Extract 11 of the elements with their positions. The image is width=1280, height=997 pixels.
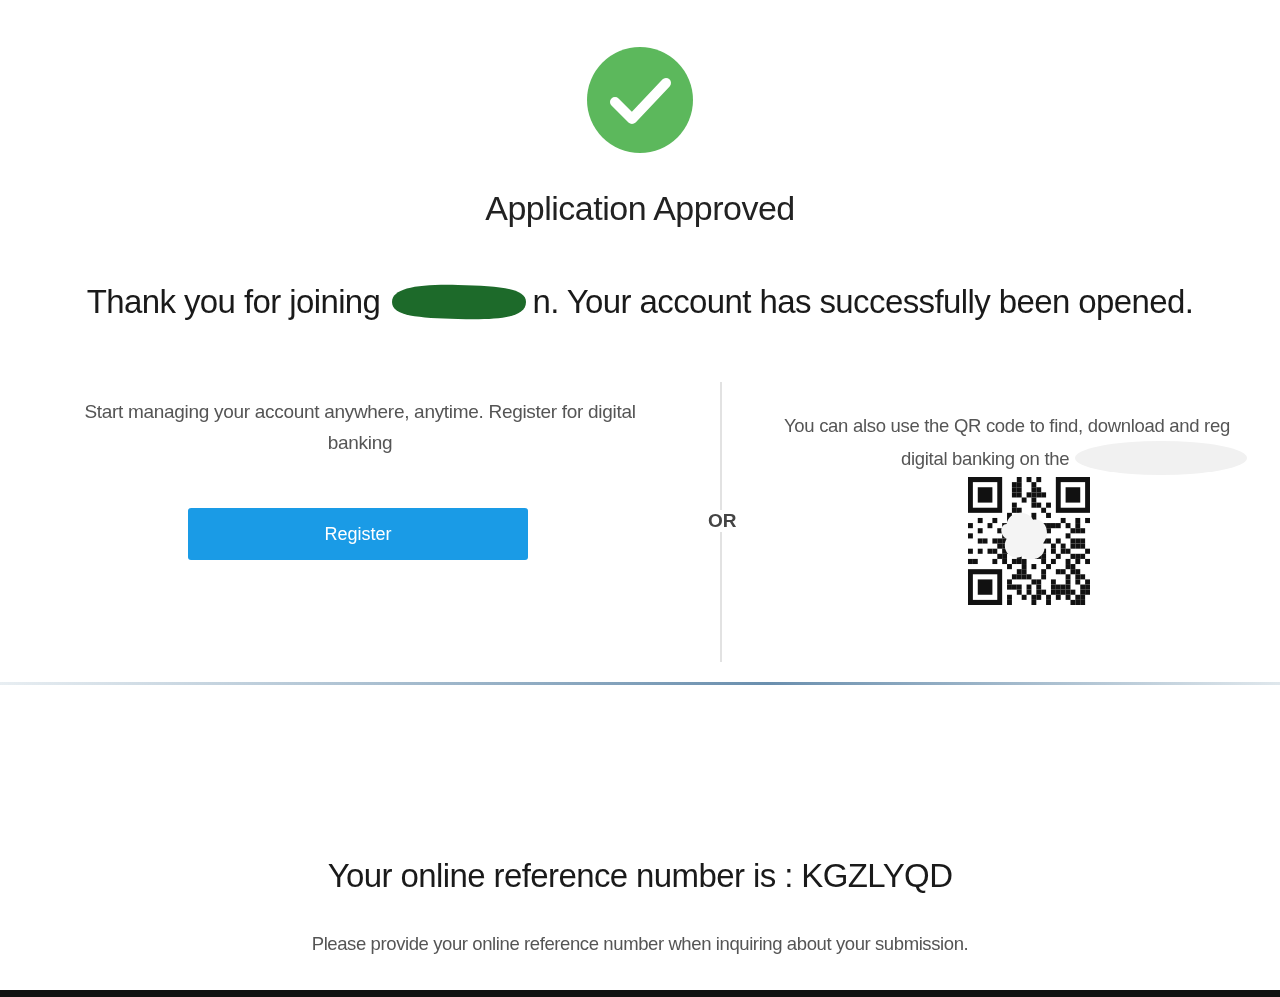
page-title: Application Approved — [485, 189, 795, 228]
qr-instructions: digital banking on the — [901, 446, 1070, 471]
or-separator: OR — [708, 510, 737, 532]
message-text: Thank you for joining — [86, 283, 381, 321]
success-check-icon — [587, 47, 693, 153]
register-prompt: Start managing your account anywhere, anytime. Register for digital banking — [83, 400, 637, 455]
reference-note: Please provide your online reference number when inquiring about your submission. — [310, 933, 970, 955]
qr-instructions: You can also use the QR code to find, download and reg — [784, 414, 1231, 438]
reference-number: Your online reference number is : KGZLYQD — [326, 857, 954, 895]
message-text: n. Your account has successfully been opened. — [532, 283, 1194, 321]
register-button[interactable]: Register — [188, 508, 528, 560]
